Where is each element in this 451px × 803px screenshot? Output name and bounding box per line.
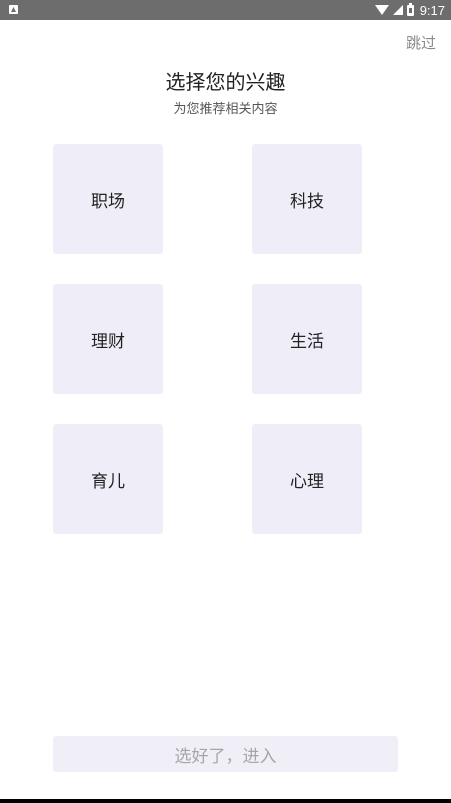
- status-bar: 9:17: [0, 0, 451, 20]
- interest-label: 职场: [91, 191, 125, 212]
- navigation-bar: [0, 799, 451, 803]
- interest-label: 科技: [290, 191, 324, 212]
- submit-button[interactable]: 选好了，进入: [53, 736, 398, 772]
- interest-tile-career[interactable]: 职场: [53, 144, 163, 254]
- status-icons: 9:17: [374, 0, 445, 20]
- interest-label: 育儿: [91, 471, 125, 492]
- interest-tile-parenting[interactable]: 育儿: [53, 424, 163, 534]
- wifi-icon: [374, 5, 389, 15]
- page-title: 选择您的兴趣: [165, 70, 286, 94]
- submit-button-label: 选好了，进入: [174, 746, 277, 767]
- interest-tile-finance[interactable]: 理财: [53, 284, 163, 394]
- interest-label: 心理: [290, 471, 324, 492]
- notification-icon: [9, 5, 18, 14]
- page-subtitle: 为您推荐相关内容: [173, 102, 278, 117]
- interest-tile-tech[interactable]: 科技: [252, 144, 362, 254]
- interest-label: 生活: [290, 331, 324, 352]
- status-time: 9:17: [419, 2, 445, 18]
- interest-tile-life[interactable]: 生活: [252, 284, 362, 394]
- skip-button[interactable]: 跳过: [406, 32, 436, 53]
- battery-icon: [406, 2, 414, 16]
- signal-icon: [392, 5, 403, 15]
- interest-tile-psychology[interactable]: 心理: [252, 424, 362, 534]
- interest-label: 理财: [91, 331, 125, 352]
